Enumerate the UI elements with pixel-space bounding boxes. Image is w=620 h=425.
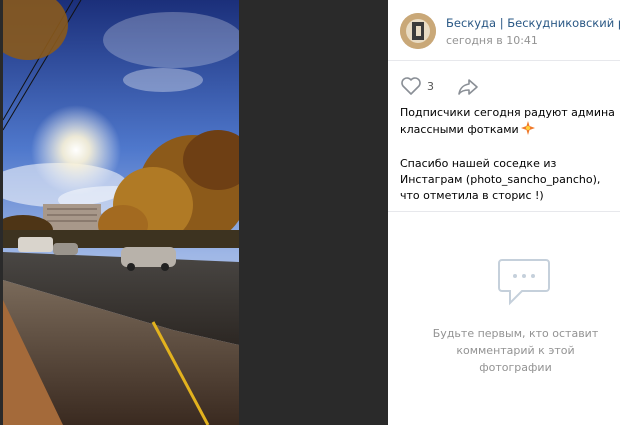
like-count: 3	[427, 80, 434, 93]
caption-text-2: Спасибо нашей соседке из Инстаграм (phot…	[400, 157, 601, 202]
post-caption: Подписчики сегодня радуют админа классны…	[400, 105, 615, 220]
post-time[interactable]: сегодня в 10:41	[446, 34, 538, 47]
sparkle-emoji-icon	[520, 121, 535, 140]
share-button[interactable]	[457, 78, 479, 100]
comments-empty-text: Будьте первым, кто оставит комментарий к…	[432, 327, 599, 374]
divider	[388, 211, 620, 212]
post-photo[interactable]	[3, 0, 239, 425]
share-arrow-icon	[457, 79, 479, 100]
post-header: Бескуда | Бескудниковский район сегодня …	[388, 0, 620, 61]
photo-viewer: Бескуда | Бескудниковский район сегодня …	[0, 0, 620, 425]
photo-area	[0, 0, 388, 425]
community-avatar[interactable]	[400, 13, 436, 49]
caption-paragraph: Подписчики сегодня радуют админа классны…	[400, 105, 615, 140]
heart-icon	[400, 77, 422, 100]
post-panel: Бескуда | Бескудниковский район сегодня …	[388, 0, 620, 425]
like-button[interactable]	[400, 76, 422, 100]
author-name-link[interactable]: Бескуда | Бескудниковский район	[446, 16, 620, 30]
caption-paragraph: Спасибо нашей соседке из Инстаграм (phot…	[400, 156, 615, 204]
speech-bubble-icon	[496, 256, 552, 312]
caption-text-1: Подписчики сегодня радуют админа классны…	[400, 106, 615, 136]
